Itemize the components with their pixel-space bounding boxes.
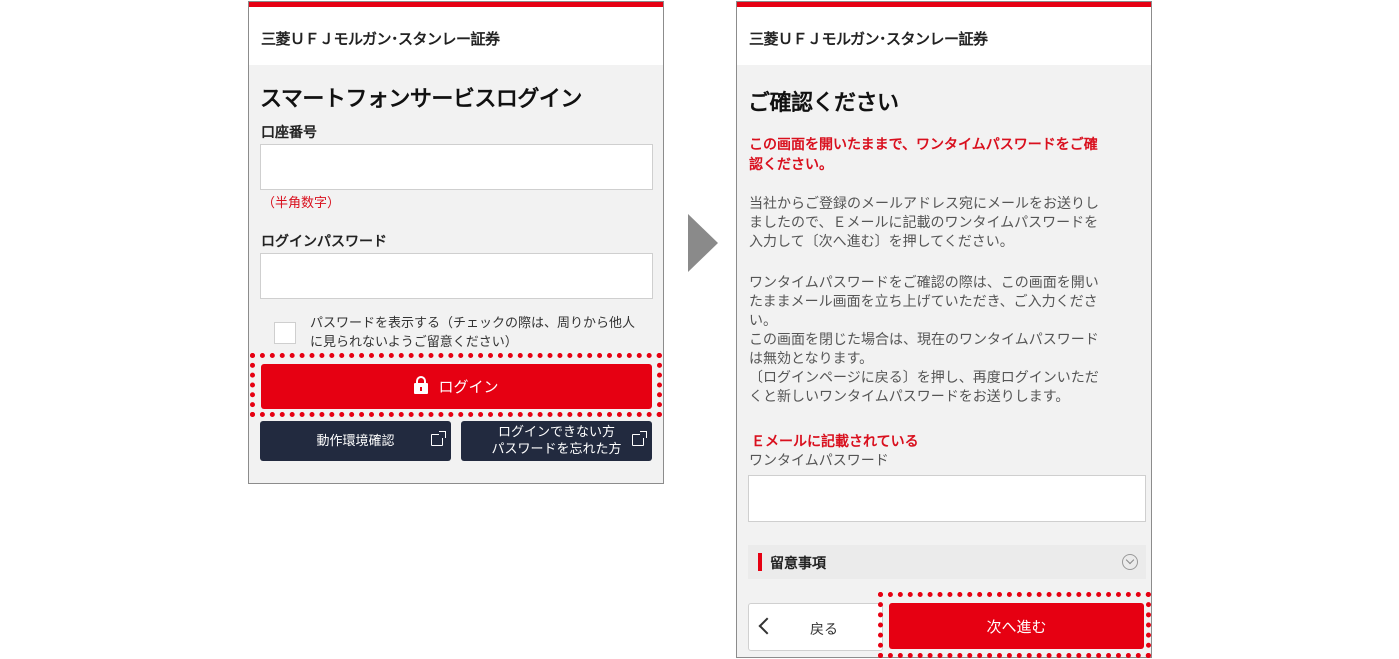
back-button-label: 戻る [810,622,838,638]
warning-message: この画面を開いたままで、ワンタイムパスワードをご確 認ください。 [749,137,1098,173]
page-title: ご確認ください [748,91,899,116]
brand-logo: 三菱ＵＦＪモルガン･スタンレー証券 [261,30,500,48]
back-button[interactable]: 戻る [748,603,883,651]
login-help-button[interactable]: ログインできない方 パスワードを忘れた方 [461,421,652,461]
page-title: スマートフォンサービスログイン [260,87,582,112]
brand-logo: 三菱ＵＦＪモルガン･スタンレー証券 [749,30,988,48]
environment-check-button[interactable]: 動作環境確認 [260,421,451,461]
accent-bar [758,553,762,571]
notes-accordion[interactable]: 留意事項 [748,545,1146,579]
otp-input[interactable] [748,475,1146,522]
account-number-input[interactable] [260,144,653,190]
notice-text: ワンタイムパスワードをご確認の際は、この画面を開い たままメール画面を立ち上げて… [749,275,1099,405]
external-link-icon [431,431,446,446]
account-note: （半角数字） [262,196,341,211]
otp-confirm-screen: 三菱ＵＦＪモルガン･スタンレー証券 ご確認ください この画面を開いたままで、ワン… [736,1,1152,658]
password-input[interactable] [260,253,653,299]
header: 三菱ＵＦＪモルガン･スタンレー証券 [249,7,663,65]
notes-label: 留意事項 [770,556,826,572]
header: 三菱ＵＦＪモルガン･スタンレー証券 [737,7,1151,65]
account-label: 口座番号 [261,125,317,141]
instruction-text: 当社からご登録のメールアドレス宛にメールをお送りし ましたので、Ｅメールに記載の… [749,196,1099,250]
password-label: ログインパスワード [261,234,387,250]
chevron-left-icon [758,617,776,635]
arrow-right-icon [688,214,718,272]
external-link-icon [632,431,647,446]
otp-label-emphasis: Ｅメールに記載されている [751,434,919,450]
next-button-highlight [878,592,1151,658]
login-button-highlight [250,353,662,417]
chevron-down-icon [1122,554,1138,570]
otp-label: ワンタイムパスワード [749,453,889,469]
show-password-label: パスワードを表示する（チェックの際は、周りから他人 に見られないようご留意くださ… [310,316,636,350]
show-password-checkbox[interactable] [274,322,296,344]
